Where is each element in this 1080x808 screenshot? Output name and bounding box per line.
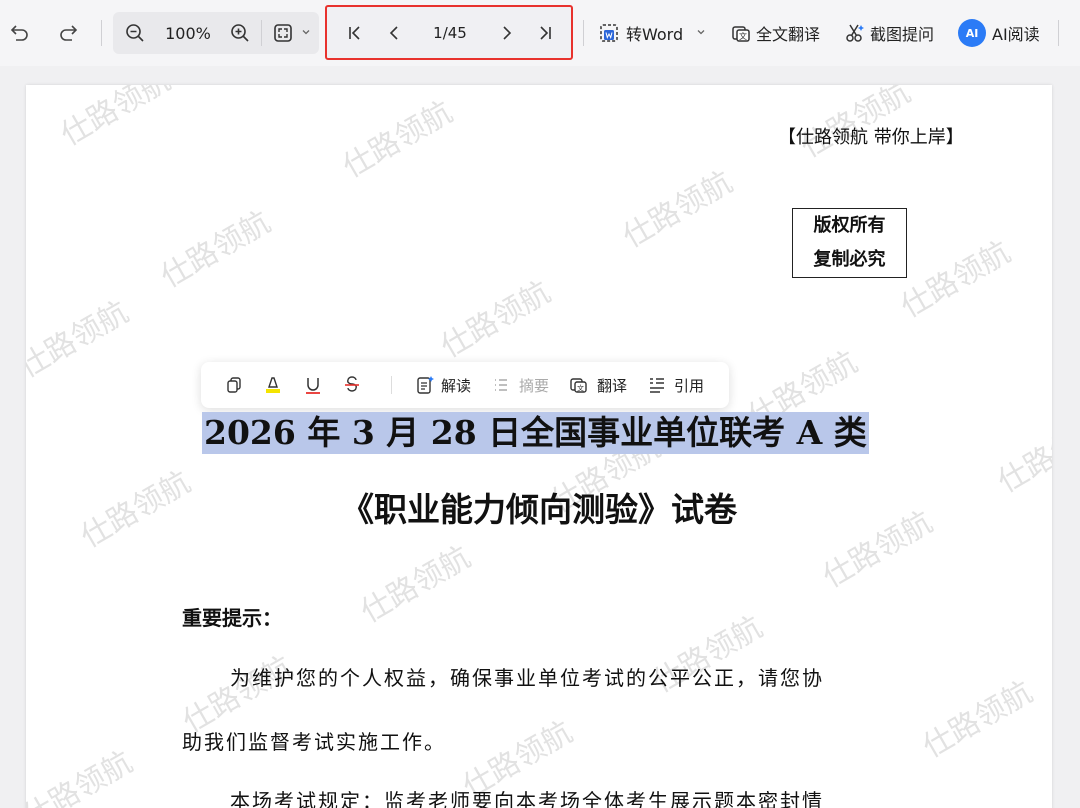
watermark: 仕路领航 (26, 744, 139, 808)
strikethrough-icon (345, 376, 359, 392)
summary-button[interactable]: 摘要 (519, 374, 549, 396)
redo-button[interactable] (54, 18, 84, 48)
to-word-button[interactable]: 转Word (626, 20, 683, 46)
translate-icon: 文 (570, 378, 587, 393)
document-page[interactable]: 仕路领航 仕路领航 仕路领航 仕路领航 仕路领航 仕路领航 仕路领航 仕路领航 … (26, 85, 1052, 808)
chevron-left-icon (389, 26, 398, 40)
underline-icon (306, 378, 320, 394)
fit-page-button[interactable] (268, 18, 298, 48)
explain-icon-button[interactable] (414, 374, 436, 396)
to-word-dropdown[interactable] (693, 24, 709, 40)
underline-button[interactable] (302, 374, 324, 396)
undo-icon (10, 25, 28, 41)
ai-read-button[interactable]: AI阅读 (992, 20, 1040, 46)
translate-all-icon-button[interactable]: 文 (726, 18, 756, 48)
copy-button[interactable] (223, 374, 245, 396)
cite-button[interactable]: 引用 (674, 374, 704, 396)
ai-read-icon[interactable]: AI (958, 19, 986, 47)
redo-icon (60, 25, 78, 41)
next-page-button[interactable] (491, 18, 521, 48)
watermark: 仕路领航 (337, 94, 459, 186)
section-title: 重要提示： (182, 606, 282, 630)
toolbar-divider (261, 20, 262, 46)
first-page-button[interactable] (340, 18, 370, 48)
svg-text:文: 文 (739, 31, 747, 41)
paragraph-line: 为维护您的个人权益，确保事业单位考试的公平公正，请您协 (230, 666, 824, 690)
watermark: 仕路领航 (155, 204, 277, 296)
translate-all-button[interactable]: 全文翻译 (756, 20, 820, 46)
watermark: 仕路领航 (355, 539, 477, 631)
last-page-icon (540, 26, 551, 40)
screenshot-ask-button[interactable]: 截图提问 (870, 20, 934, 46)
toolbar-divider (583, 20, 584, 46)
toolbar-divider (391, 376, 392, 394)
fit-screen-icon (274, 24, 292, 42)
svg-text:文: 文 (577, 384, 584, 393)
selection-toolbar: 解读 摘要 文 翻译 引用 (201, 362, 729, 408)
zoom-out-icon (126, 24, 144, 42)
watermark: 仕路领航 (26, 294, 135, 386)
copyright-line: 版权所有 (813, 215, 886, 236)
highlight-button[interactable] (262, 374, 284, 396)
ai-badge-text: AI (965, 26, 979, 40)
copyright-box: 版权所有 复制必究 (792, 208, 907, 278)
previous-page-button[interactable] (380, 18, 410, 48)
fit-options-dropdown[interactable] (298, 24, 314, 40)
zoom-level[interactable]: 100% (163, 20, 213, 46)
zoom-in-button[interactable] (225, 18, 255, 48)
page-indicator[interactable]: 1/45 (420, 20, 480, 46)
header-note: 【仕路领航 带你上岸】 (778, 127, 964, 148)
explain-icon (417, 376, 434, 394)
translate-button[interactable]: 翻译 (597, 374, 627, 396)
word-document-icon (600, 24, 618, 42)
watermark: 仕路领航 (895, 234, 1017, 326)
watermark: 仕路领航 (435, 274, 557, 366)
strikethrough-button[interactable] (341, 374, 363, 396)
scissors-icon (846, 24, 864, 42)
summary-icon-button[interactable] (490, 374, 512, 396)
cite-icon-button[interactable] (646, 374, 668, 396)
explain-button[interactable]: 解读 (441, 374, 471, 396)
copy-icon (227, 377, 241, 393)
screenshot-ask-icon-button[interactable] (840, 18, 870, 48)
watermark: 仕路领航 (617, 164, 739, 256)
toolbar-divider (101, 20, 102, 46)
top-toolbar: 100% 1/45 转Word 文 全文翻译 截图提问 AI AI阅读 (0, 0, 1080, 66)
translate-icon: 文 (732, 26, 750, 42)
highlighter-icon (266, 377, 280, 393)
to-word-icon-button[interactable] (594, 18, 624, 48)
chevron-down-icon (302, 30, 310, 35)
zoom-out-button[interactable] (120, 18, 150, 48)
paragraph-line: 助我们监督考试实施工作。 (182, 730, 446, 754)
watermark: 仕路领航 (917, 674, 1039, 766)
document-title-line2[interactable]: 《职业能力倾向测验》试卷 (26, 483, 1052, 531)
copyright-line: 复制必究 (813, 249, 886, 270)
last-page-button[interactable] (530, 18, 560, 48)
chevron-right-icon (503, 26, 512, 40)
first-page-icon (349, 26, 360, 40)
chevron-down-icon (697, 30, 705, 35)
translate-icon-button[interactable]: 文 (568, 374, 590, 396)
undo-button[interactable] (4, 18, 34, 48)
quote-icon (650, 378, 664, 393)
summary-icon (495, 379, 507, 391)
paragraph-line: 本场考试规定：监考老师要向本考场全体考生展示题本密封情 (230, 789, 824, 808)
toolbar-divider (1058, 20, 1059, 46)
zoom-in-icon (231, 24, 249, 42)
document-title-line1[interactable]: 2026 年 3 月 28 日全国事业单位联考 A 类 (202, 412, 869, 454)
watermark: 仕路领航 (55, 85, 177, 154)
